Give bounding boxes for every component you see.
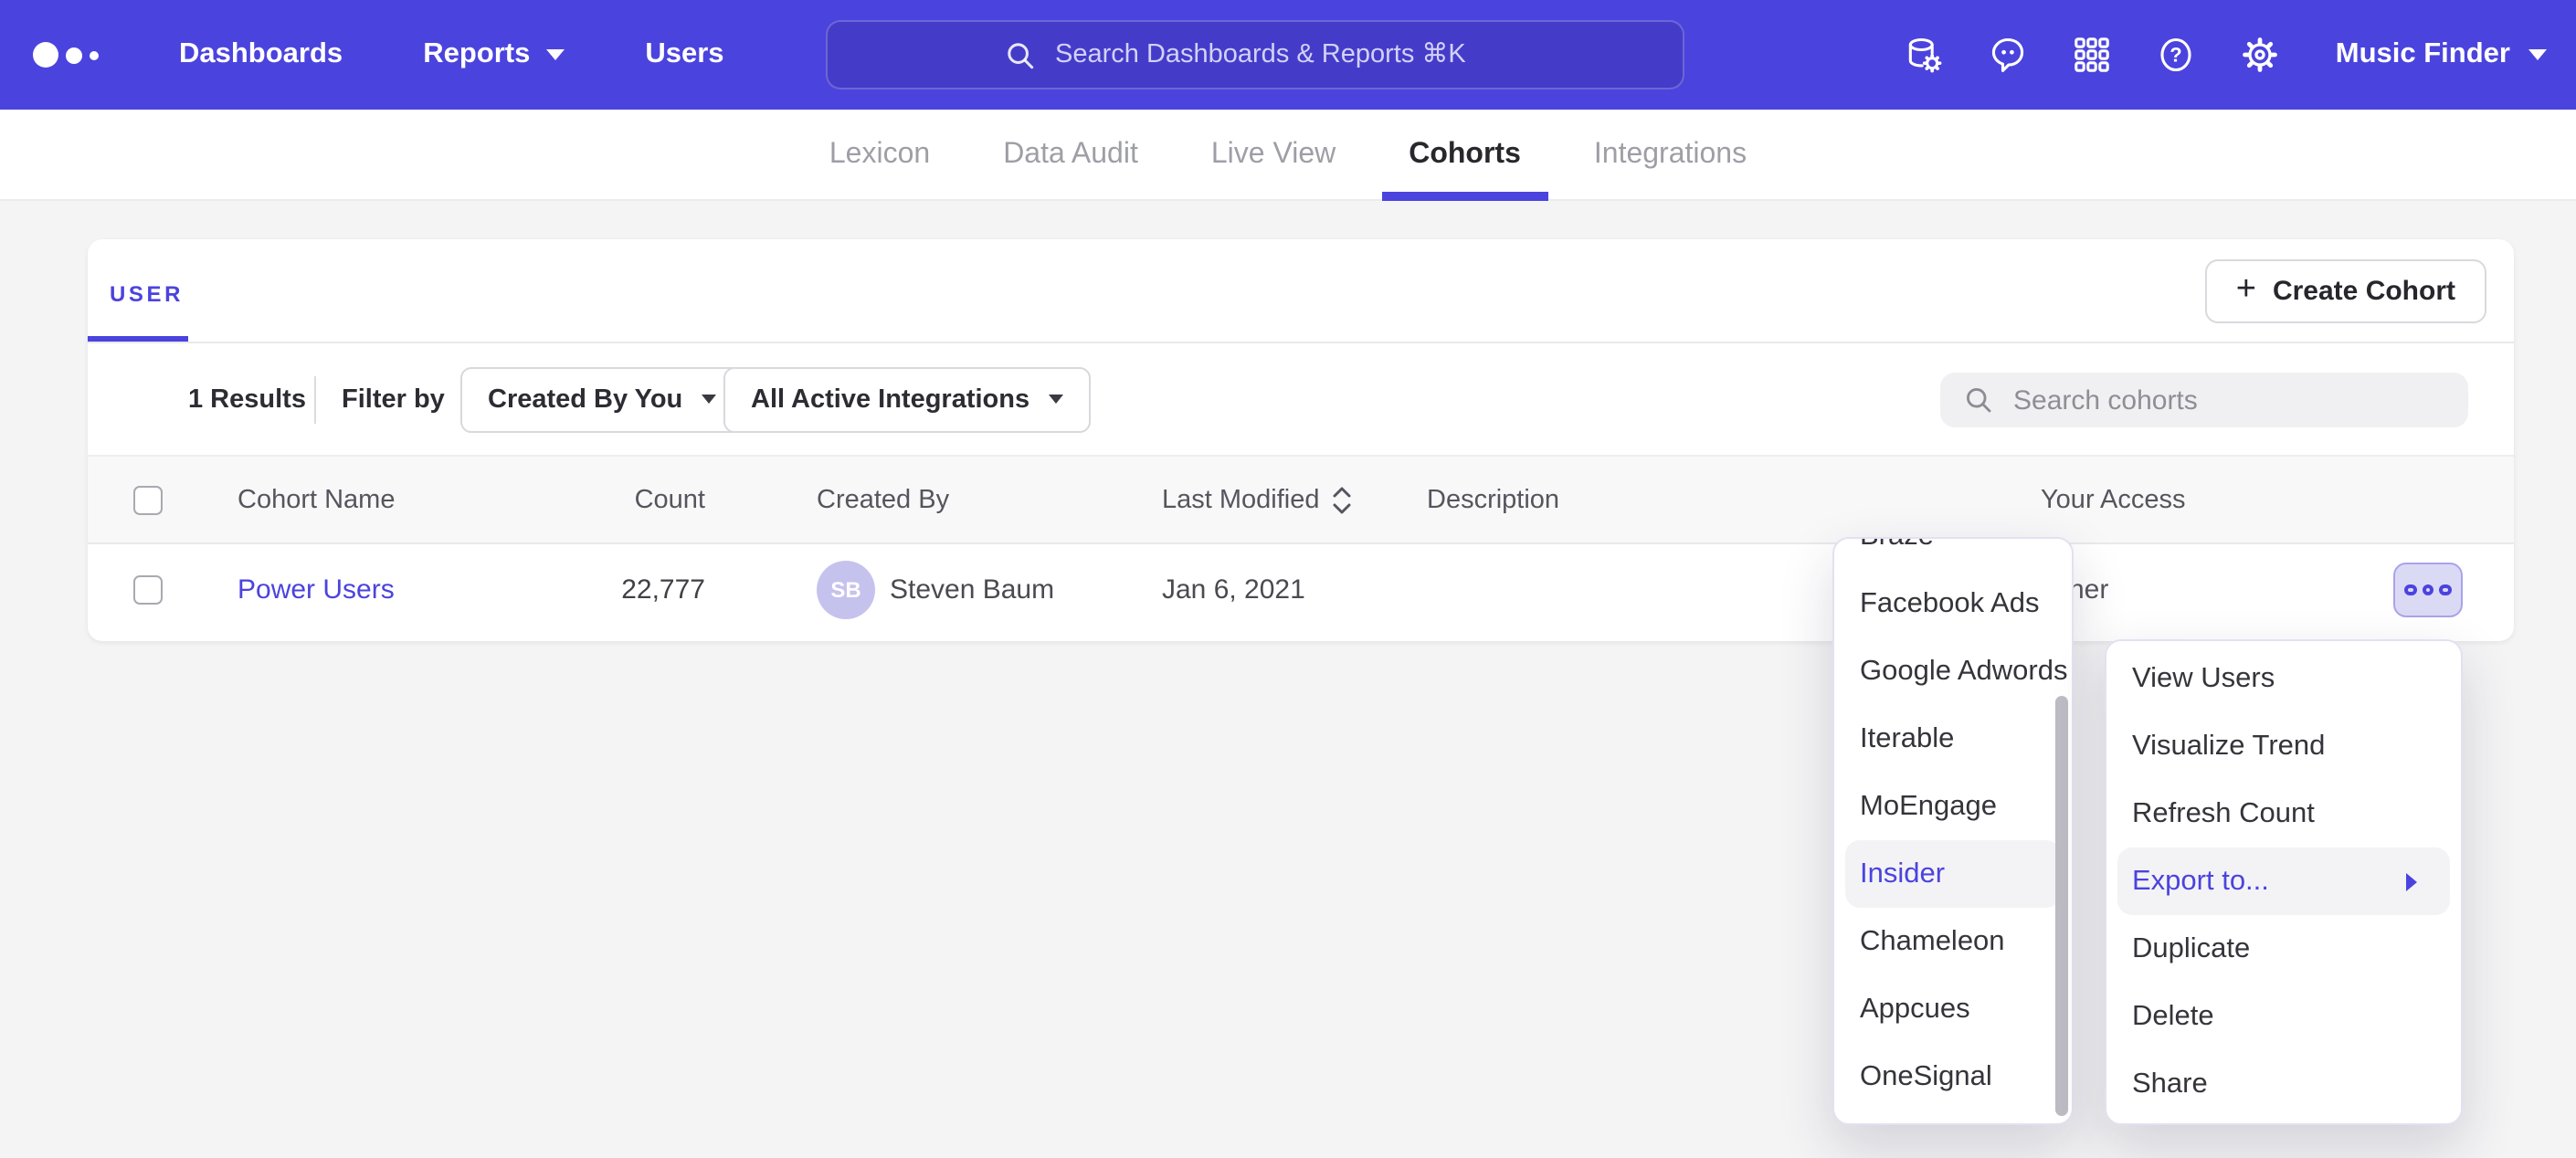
more-dots-icon [2440,584,2452,596]
table-row: Power Users 22,777 SB Steven Baum Jan 6,… [88,544,2514,636]
column-header-description: Description [1427,485,1559,514]
more-dots-icon [2405,584,2417,596]
logo-dot-small [90,50,99,59]
export-destination-submenu: Braze Facebook Ads Google Adwords Iterab… [1832,537,2074,1125]
menu-item-share[interactable]: Share [2106,1050,2461,1118]
project-switcher[interactable]: Music Finder [2336,38,2547,71]
table-header: Cohort Name Count Created By Last Modifi… [88,457,2514,544]
cohort-count: 22,777 [526,574,705,605]
help-icon[interactable]: ? [2157,35,2197,75]
nav-right-controls: ? Music Finder [1905,0,2547,110]
logo-dot-medium [66,47,82,63]
last-modified-label: Last Modified [1162,485,1320,514]
feedback-icon[interactable] [1989,35,2029,75]
search-icon [1962,384,1995,416]
cohort-name-link[interactable]: Power Users [238,574,395,605]
menu-item-duplicate[interactable]: Duplicate [2106,915,2461,983]
cohort-search-input[interactable] [2013,384,2446,416]
apps-grid-icon[interactable] [2073,35,2113,75]
column-header-your-access: Your Access [2041,485,2186,514]
search-icon [1002,37,1037,72]
avatar: SB [817,561,875,619]
create-cohort-button[interactable]: + Create Cohort [2205,259,2486,323]
global-search-bar[interactable] [826,20,1684,89]
chevron-down-icon [701,395,715,404]
tab-user-cohorts[interactable]: USER [110,281,184,307]
active-tab-underline [88,335,188,342]
top-navbar: Dashboards Reports Users [0,0,2576,110]
nav-item-dashboards[interactable]: Dashboards [179,38,343,71]
nav-item-users-label: Users [645,38,723,71]
menu-item-visualize-trend[interactable]: Visualize Trend [2106,712,2461,780]
menu-item-insider[interactable]: Insider [1845,840,2061,908]
brand-logo-icon[interactable] [33,42,99,68]
logo-dot-large [33,42,58,68]
scrollbar-thumb[interactable] [2054,696,2067,1116]
row-context-menu: View Users Visualize Trend Refresh Count… [2105,639,2463,1125]
screen: Dashboards Reports Users [0,0,2576,1158]
nav-item-dashboards-label: Dashboards [179,38,343,71]
filter-by-label: Filter by [342,384,445,414]
menu-item-refresh-count[interactable]: Refresh Count [2106,780,2461,847]
menu-item-chameleon[interactable]: Chameleon [1834,908,2072,975]
section-tabs: Lexicon Data Audit Live View Cohorts Int… [0,110,2576,201]
menu-item-google-adwords[interactable]: Google Adwords [1834,637,2072,705]
tab-lexicon[interactable]: Lexicon [829,109,930,200]
created-by-filter-label: Created By You [488,384,682,414]
export-destination-list: Braze Facebook Ads Google Adwords Iterab… [1834,537,2072,1111]
created-by-filter-dropdown[interactable]: Created By You [460,366,743,432]
tab-live-view[interactable]: Live View [1211,109,1336,200]
menu-item-appcues[interactable]: Appcues [1834,975,2072,1043]
filter-toolbar: 1 Results Filter by Created By You All A… [88,343,2514,457]
chevron-down-icon [1048,395,1062,404]
app: Dashboards Reports Users [0,0,2576,1158]
tab-cohorts[interactable]: Cohorts [1409,109,1521,200]
nav-item-users[interactable]: Users [645,38,723,71]
global-search-input[interactable] [1055,40,1508,69]
more-dots-icon [2423,584,2434,596]
column-header-cohort-name: Cohort Name [238,485,395,514]
menu-item-delete[interactable]: Delete [2106,983,2461,1050]
row-checkbox[interactable] [133,575,163,605]
menu-item-facebook-ads[interactable]: Facebook Ads [1834,570,2072,637]
settings-gear-icon[interactable] [2241,35,2281,75]
cohorts-panel: USER + Create Cohort 1 Results Filter by… [88,239,2514,641]
row-actions-button[interactable] [2393,563,2463,617]
svg-text:?: ? [2170,43,2182,66]
menu-item-onesignal[interactable]: OneSignal [1834,1043,2072,1111]
plus-icon: + [2236,272,2256,307]
column-header-created-by: Created By [817,485,949,514]
results-count: 1 Results [188,384,306,414]
tab-data-audit[interactable]: Data Audit [1003,109,1138,200]
chevron-down-icon [546,49,565,60]
sort-icon[interactable] [1333,485,1353,514]
chevron-down-icon [2528,49,2547,60]
column-header-count: Count [526,485,705,514]
last-modified-date: Jan 6, 2021 [1162,574,1305,605]
integrations-filter-label: All Active Integrations [751,384,1029,414]
nav-item-reports[interactable]: Reports [423,38,565,71]
submenu-arrow-icon [2406,872,2417,890]
database-gear-icon[interactable] [1905,35,1945,75]
created-by-name: Steven Baum [890,574,1054,605]
divider [314,376,316,424]
project-name: Music Finder [2336,38,2510,71]
menu-item-iterable[interactable]: Iterable [1834,705,2072,773]
cohort-type-tabs: USER + Create Cohort [88,239,2514,343]
tab-integrations[interactable]: Integrations [1594,109,1747,200]
column-header-last-modified[interactable]: Last Modified [1162,485,1353,514]
menu-item-moengage[interactable]: MoEngage [1834,773,2072,840]
menu-item-view-users[interactable]: View Users [2106,645,2461,712]
menu-item-braze[interactable]: Braze [1834,537,2072,570]
export-to-label: Export to... [2132,866,2269,897]
nav-item-reports-label: Reports [423,38,530,71]
create-cohort-label: Create Cohort [2273,276,2455,307]
menu-item-export-to[interactable]: Export to... [2117,847,2450,915]
integrations-filter-dropdown[interactable]: All Active Integrations [723,366,1090,432]
select-all-checkbox[interactable] [133,485,163,514]
cohort-search-bar[interactable] [1940,373,2468,427]
